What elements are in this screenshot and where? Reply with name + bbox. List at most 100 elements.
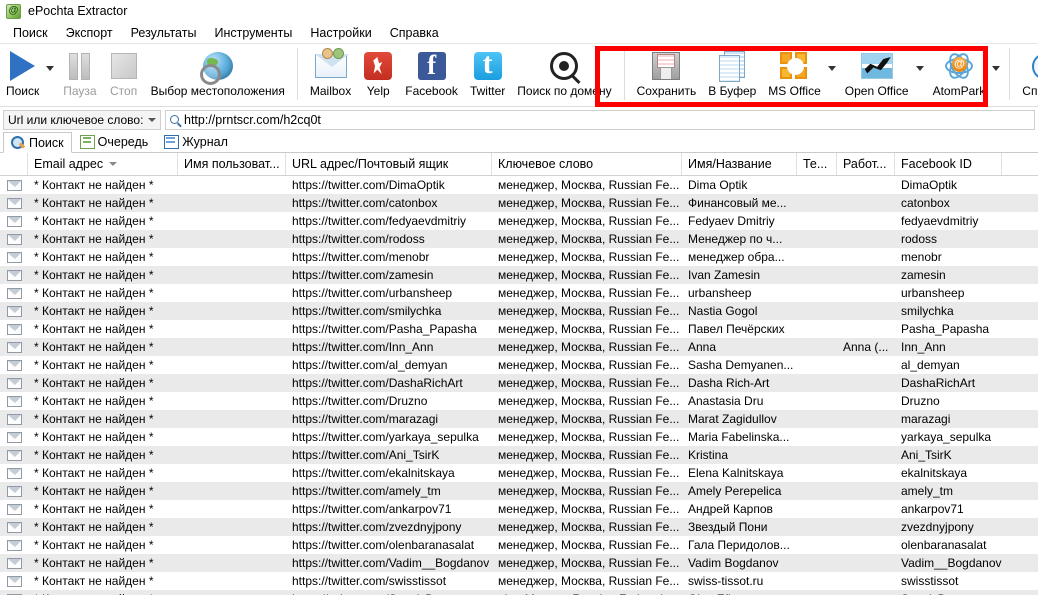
toolbar-dropdown-arrow-atompark[interactable]	[992, 66, 1001, 71]
cell-email: * Контакт не найден *	[34, 340, 154, 354]
toolbar-button-clipboard-copy[interactable]: В Буфер	[702, 44, 762, 98]
grid-body[interactable]: * Контакт не найден * https://twitter.com…	[0, 176, 1038, 595]
menu-item-1[interactable]: Экспорт	[57, 24, 122, 42]
table-row[interactable]: * Контакт не найден * https://twitter.com…	[0, 374, 1038, 392]
toolbar-button-mailbox[interactable]: Mailbox	[304, 44, 357, 98]
cell-fbid: menobr	[901, 250, 942, 264]
cell-fbid: marazagi	[901, 412, 951, 426]
atompark-icon	[944, 49, 974, 83]
table-row[interactable]: * Контакт не найден * https://twitter.com…	[0, 554, 1038, 572]
search-input[interactable]: http://prntscr.com/h2cq0t	[165, 109, 1035, 130]
cell-fbid: Ani_TsirK	[901, 448, 952, 462]
column-header-url[interactable]: URL адрес/Почтовый ящик	[286, 153, 492, 175]
toolbar-dropdown-arrow-ms-office[interactable]	[827, 66, 836, 71]
column-header-user[interactable]: Имя пользоват...	[178, 153, 286, 175]
tab-2[interactable]: Журнал	[156, 131, 236, 152]
toolbar-button-play[interactable]: Поиск	[0, 44, 45, 98]
table-row[interactable]: * Контакт не найден * https://twitter.com…	[0, 212, 1038, 230]
toolbar-button-facebook[interactable]: Facebook	[399, 44, 464, 98]
table-row[interactable]: * Контакт не найден * https://twitter.com…	[0, 230, 1038, 248]
toolbar-button-open-office[interactable]: Open Office	[839, 44, 915, 98]
search-mode-dropdown[interactable]: Url или ключевое слово:	[3, 109, 161, 130]
toolbar-group-0: Поиск Пауза Стоп Выбор местоположения	[0, 44, 291, 107]
column-header-te[interactable]: Те...	[797, 153, 837, 175]
table-row[interactable]: * Контакт не найден * https://twitter.com…	[0, 284, 1038, 302]
cell-fbid: DashaRichArt	[901, 376, 976, 390]
column-header-fbid[interactable]: Facebook ID	[895, 153, 1002, 175]
cell-email: * Контакт не найден *	[34, 412, 154, 426]
table-row[interactable]: * Контакт не найден * https://twitter.com…	[0, 446, 1038, 464]
column-header-icon[interactable]	[0, 153, 28, 175]
table-row[interactable]: * Контакт не найден * https://twitter.com…	[0, 464, 1038, 482]
toolbar-button-atompark[interactable]: AtomPark	[927, 44, 992, 98]
toolbar-button-twitter[interactable]: Twitter	[464, 44, 511, 98]
tab-0[interactable]: Поиск	[3, 132, 72, 153]
toolbar-dropdown-arrow-open-office[interactable]	[915, 66, 924, 71]
table-row[interactable]: * Контакт не найден * https://twitter.com…	[0, 194, 1038, 212]
open-office-icon	[860, 49, 893, 83]
row-mail-cell	[0, 485, 28, 497]
cell-email: * Контакт не найден *	[34, 304, 154, 318]
table-row[interactable]: * Контакт не найден * https://twitter.com…	[0, 320, 1038, 338]
menu-item-3[interactable]: Инструменты	[205, 24, 301, 42]
cell-email: * Контакт не найден *	[34, 394, 154, 408]
table-row[interactable]: * Контакт не найден * https://twitter.com…	[0, 248, 1038, 266]
table-row[interactable]: * Контакт не найден * https://twitter.com…	[0, 518, 1038, 536]
cell-url: https://twitter.com/urbansheep	[292, 286, 453, 300]
tab-1[interactable]: Очередь	[72, 131, 157, 152]
menu-item-0[interactable]: Поиск	[4, 24, 57, 42]
table-row[interactable]: * Контакт не найден * https://twitter.com…	[0, 356, 1038, 374]
table-row[interactable]: * Контакт не найден * https://twitter.com…	[0, 428, 1038, 446]
toolbar-separator	[296, 48, 298, 100]
table-row[interactable]: * Контакт не найден * https://twitter.com…	[0, 590, 1038, 595]
toolbar-button-ms-office[interactable]: MS Office	[762, 44, 826, 98]
table-row[interactable]: * Контакт не найден * https://twitter.com…	[0, 392, 1038, 410]
table-row[interactable]: * Контакт не найден * https://twitter.com…	[0, 302, 1038, 320]
cell-keyword: менеджер, Москва, Russian Fe...	[498, 376, 680, 390]
toolbar-button-floppy-save[interactable]: Сохранить	[631, 44, 703, 98]
toolbar-button-globe-search[interactable]: Выбор местоположения	[145, 44, 291, 98]
cell-name: Nastia Gogol	[688, 304, 758, 318]
tab-label: Поиск	[29, 135, 64, 150]
menu-item-5[interactable]: Справка	[381, 24, 448, 42]
toolbar: Поиск Пауза Стоп Выбор местоположения Mailbo…	[0, 44, 1038, 107]
envelope-icon	[6, 431, 22, 443]
table-row[interactable]: * Контакт не найден * https://twitter.com…	[0, 482, 1038, 500]
row-mail-cell	[0, 341, 28, 353]
menu-item-4[interactable]: Настройки	[301, 24, 380, 42]
cell-name: Anastasia Dru	[688, 394, 764, 408]
cell-email: * Контакт не найден *	[34, 430, 154, 444]
title-bar: ePochta Extractor	[0, 0, 1038, 22]
column-header-keyword[interactable]: Ключевое слово	[492, 153, 682, 175]
column-header-work[interactable]: Работ...	[837, 153, 895, 175]
table-row[interactable]: * Контакт не найден * https://twitter.com…	[0, 500, 1038, 518]
globe-search-icon	[199, 49, 233, 85]
row-mail-cell	[0, 539, 28, 551]
stop-icon	[110, 49, 137, 83]
toolbar-button-yelp[interactable]: Yelp	[357, 44, 399, 98]
cell-url: https://twitter.com/Ani_TsirK	[292, 448, 440, 462]
cell-email: * Контакт не найден *	[34, 232, 154, 246]
table-row[interactable]: * Контакт не найден * https://twitter.com…	[0, 536, 1038, 554]
toolbar-dropdown-arrow-play[interactable]	[46, 66, 55, 71]
cell-keyword: менеджер, Москва, Russian Fe...	[498, 448, 680, 462]
table-row[interactable]: * Контакт не найден * https://twitter.com…	[0, 266, 1038, 284]
table-row[interactable]: * Контакт не найден * https://twitter.com…	[0, 410, 1038, 428]
table-row[interactable]: * Контакт не найден * https://twitter.com…	[0, 338, 1038, 356]
row-mail-cell	[0, 323, 28, 335]
menu-item-2[interactable]: Результаты	[122, 24, 206, 42]
column-header-name[interactable]: Имя/Название	[682, 153, 797, 175]
envelope-icon	[6, 503, 22, 515]
toolbar-button-target[interactable]: Поиск по домену	[511, 44, 617, 98]
toolbar-button-help[interactable]: Справка	[1016, 44, 1038, 98]
cell-keyword: менеджер, Москва, Russian Fe...	[498, 430, 680, 444]
search-input-value: http://prntscr.com/h2cq0t	[184, 112, 321, 127]
envelope-icon	[6, 395, 22, 407]
column-header-label: Имя/Название	[688, 157, 772, 171]
cell-fbid: ankarpov71	[901, 502, 964, 516]
table-row[interactable]: * Контакт не найден * https://twitter.com…	[0, 176, 1038, 194]
cell-url: https://twitter.com/Inn_Ann	[292, 340, 434, 354]
cell-url: https://twitter.com/DashaRichArt	[292, 376, 463, 390]
column-header-email[interactable]: Email адрес	[28, 153, 178, 175]
table-row[interactable]: * Контакт не найден * https://twitter.com…	[0, 572, 1038, 590]
